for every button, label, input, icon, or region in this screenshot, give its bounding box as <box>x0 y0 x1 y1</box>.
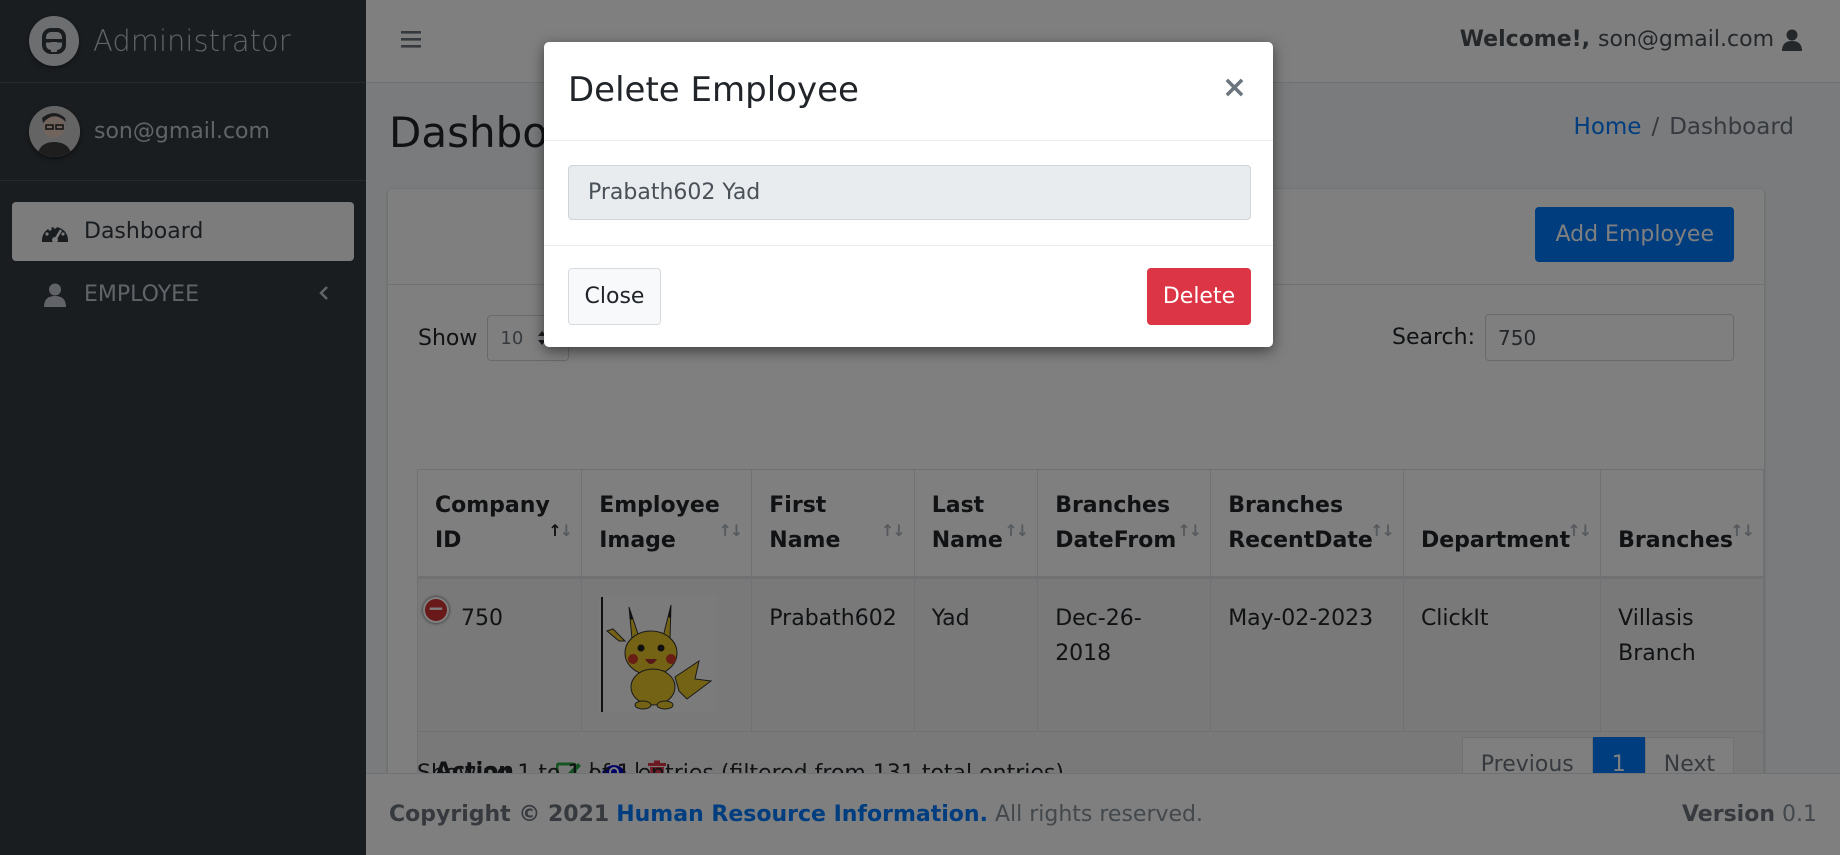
modal-close-icon[interactable]: × <box>1222 70 1247 105</box>
employee-name-field[interactable]: Prabath602 Yad <box>568 165 1251 220</box>
delete-employee-modal: Delete Employee × Prabath602 Yad Close D… <box>544 42 1273 347</box>
modal-body: Prabath602 Yad <box>544 141 1273 246</box>
close-button[interactable]: Close <box>568 268 661 325</box>
modal-header: Delete Employee × <box>544 42 1273 141</box>
modal-title: Delete Employee <box>568 70 859 110</box>
delete-button[interactable]: Delete <box>1147 268 1251 325</box>
